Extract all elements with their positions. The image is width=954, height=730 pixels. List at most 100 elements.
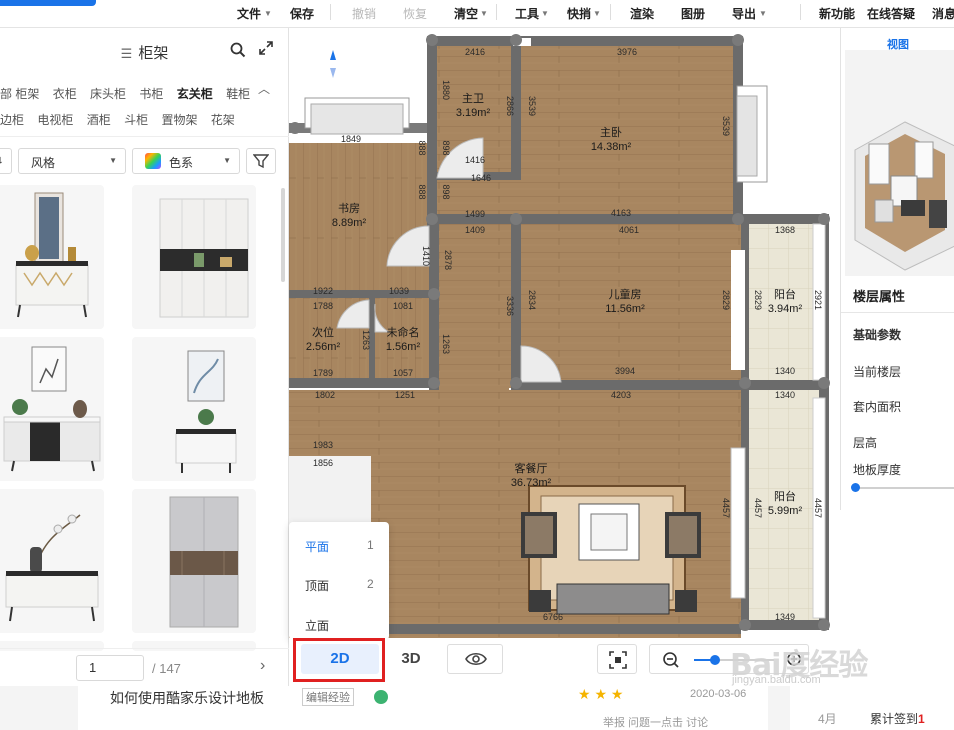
baidu-watermark: Bai度经验 jingyan.baidu.com xyxy=(730,640,950,690)
compass-icon xyxy=(330,50,336,78)
room-area-unnamed: 1.56m² xyxy=(386,341,421,353)
sign-in-prefix: 累计签到 xyxy=(870,712,919,726)
3d-view-button[interactable]: 3D xyxy=(383,644,439,674)
chevron-down-icon: ▼ xyxy=(109,156,117,165)
toolbar-divider xyxy=(610,4,611,20)
color-filter[interactable]: 色系 ▼ xyxy=(132,148,240,174)
room-label-second-toilet: 次位 xyxy=(312,325,334,339)
chevron-down-icon: ▼ xyxy=(223,156,231,165)
view-mode-ceiling[interactable]: 顶面 xyxy=(305,577,329,594)
dim-label-vertical: 4457 xyxy=(813,498,823,518)
room-label-unnamed: 未命名 xyxy=(387,325,420,339)
dim-label-vertical: 3539 xyxy=(527,96,537,116)
render-button[interactable]: 渲染 xyxy=(630,5,654,22)
category-item[interactable]: 边柜 xyxy=(0,113,24,127)
dim-label-vertical: 1410 xyxy=(421,246,431,266)
dim-label: 1802 xyxy=(315,390,335,400)
product-card[interactable] xyxy=(132,337,256,481)
dim-label-vertical: 888 xyxy=(417,140,427,155)
view-mode-plan[interactable]: 平面 xyxy=(305,538,329,555)
dim-label: 1251 xyxy=(395,390,415,400)
dining-set[interactable] xyxy=(521,485,701,615)
toolbar-divider xyxy=(496,4,497,20)
view-mode-elevation[interactable]: 立面 xyxy=(305,617,329,634)
menu-shortcuts[interactable]: 快捎 xyxy=(567,5,591,22)
dim-label: 1409 xyxy=(465,225,485,235)
category-item[interactable]: 斗柜 xyxy=(124,113,148,127)
article-title-link[interactable]: 如何使用酷家乐设计地板 xyxy=(110,688,264,708)
view-mode-shortcut: 1 xyxy=(367,538,374,552)
verified-icon xyxy=(374,690,388,704)
chevron-up-icon[interactable]: ︿ xyxy=(258,80,270,97)
dim-label-vertical: 1263 xyxy=(361,330,371,350)
undo-button[interactable]: 撤销 xyxy=(352,5,376,22)
slider-handle[interactable] xyxy=(851,483,860,492)
category-item[interactable]: 电视柜 xyxy=(37,113,73,127)
clear-button[interactable]: 清空 xyxy=(454,5,478,22)
dim-label: 4203 xyxy=(611,390,631,400)
dim-label-vertical: 2829 xyxy=(753,290,763,310)
room-area-master-bedroom: 14.38m² xyxy=(591,141,632,153)
redo-button[interactable]: 恢复 xyxy=(403,5,427,22)
inner-area-label: 套内面积 xyxy=(853,400,902,414)
category-item[interactable]: 衣柜 xyxy=(53,87,77,101)
fit-view-button[interactable] xyxy=(597,644,637,674)
dim-label: 1349 xyxy=(775,612,795,622)
logo-tab[interactable] xyxy=(0,0,96,6)
dim-label-vertical: 2829 xyxy=(721,290,731,310)
room-area-second-toilet: 2.56m² xyxy=(306,341,341,353)
album-button[interactable]: 图册 xyxy=(681,5,705,22)
sort-dropdown[interactable]: ↓ xyxy=(0,148,12,174)
save-button[interactable]: 保存 xyxy=(290,5,314,22)
new-features-button[interactable]: 新功能 xyxy=(819,5,855,22)
sign-in-card: 4月 累计签到1 xyxy=(790,686,954,730)
page-number-input[interactable]: 1 xyxy=(76,655,144,681)
category-item-active[interactable]: 玄关柜 xyxy=(177,87,213,101)
messages-button[interactable]: 消息 xyxy=(932,5,954,22)
category-item[interactable]: 书柜 xyxy=(139,87,163,101)
category-item[interactable]: 部 柜架 xyxy=(0,87,39,101)
product-card[interactable] xyxy=(132,185,256,329)
chevron-down-icon: ▼ xyxy=(480,9,488,18)
dim-label: 2416 xyxy=(465,47,485,57)
product-card[interactable] xyxy=(0,337,104,481)
menu-export[interactable]: 导出 xyxy=(732,5,756,22)
room-area-master-bath: 3.19m² xyxy=(456,107,491,119)
menu-tools[interactable]: 工具 xyxy=(515,5,539,22)
zoom-slider-handle[interactable] xyxy=(710,655,720,665)
menu-file[interactable]: 文件 xyxy=(237,5,261,22)
dim-label: 1849 xyxy=(341,134,361,144)
product-card[interactable] xyxy=(0,185,104,329)
style-filter-label: 风格 xyxy=(31,156,56,170)
floor-master-bedroom[interactable] xyxy=(517,46,742,214)
2d-view-button[interactable]: 2D xyxy=(301,644,379,674)
article-card: 如何使用酷家乐设计地板 编辑经验 ★ ★ ★ 2020-03-06 举报 问题一… xyxy=(78,686,768,730)
catalog-scrollbar[interactable] xyxy=(281,188,285,282)
category-item[interactable]: 置物架 xyxy=(161,113,197,127)
category-item[interactable]: 花架 xyxy=(211,113,235,127)
online-help-button[interactable]: 在线答疑 xyxy=(867,5,915,22)
color-filter-label: 色系 xyxy=(169,156,194,170)
chevron-right-icon[interactable]: › xyxy=(260,657,265,675)
floor-corridor[interactable] xyxy=(435,224,509,390)
search-icon[interactable] xyxy=(230,42,246,62)
category-row-2: 边柜 电视柜 酒柜 斗柜 置物架 花架 xyxy=(0,111,245,128)
3d-preview-thumbnail[interactable] xyxy=(845,50,954,276)
expand-icon[interactable] xyxy=(258,40,274,60)
visibility-button[interactable] xyxy=(447,644,503,674)
sign-in-number: 1 xyxy=(918,712,925,726)
color-palette-icon xyxy=(145,153,161,169)
dim-label-vertical: 2921 xyxy=(813,290,823,310)
floor-thickness-label: 地板厚度 xyxy=(853,463,902,477)
dim-label-vertical: 3539 xyxy=(721,116,731,136)
style-filter[interactable]: 风格 ▼ xyxy=(18,148,126,174)
category-item[interactable]: 鞋柜 xyxy=(226,87,250,101)
category-item[interactable]: 酒柜 xyxy=(87,113,111,127)
zoom-out-icon[interactable] xyxy=(662,651,680,669)
product-card[interactable] xyxy=(0,489,104,633)
filter-button[interactable] xyxy=(246,148,276,174)
category-item[interactable]: 床头柜 xyxy=(90,87,126,101)
product-card[interactable] xyxy=(132,489,256,633)
floor-thickness-slider[interactable] xyxy=(851,483,954,493)
chevron-down-icon: ▼ xyxy=(759,9,767,18)
